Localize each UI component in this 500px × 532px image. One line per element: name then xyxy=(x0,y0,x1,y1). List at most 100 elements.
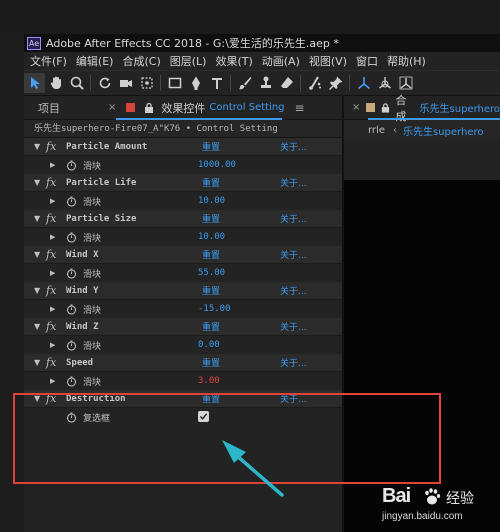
effect-row[interactable]: ▼ fx Wind Z 重置 关于... xyxy=(24,318,342,336)
expand-triangle-icon[interactable]: ▼ xyxy=(34,286,44,295)
panel-menu-icon[interactable]: ≡ xyxy=(295,101,305,115)
puppet-pin-tool-icon[interactable] xyxy=(325,73,346,93)
expand-triangle-icon[interactable]: ▶ xyxy=(50,377,60,385)
close-icon[interactable]: × xyxy=(108,102,116,113)
reset-link[interactable]: 重置 xyxy=(202,248,220,261)
about-link[interactable]: 关于... xyxy=(280,140,307,153)
expand-triangle-icon[interactable]: ▼ xyxy=(34,214,44,223)
stopwatch-icon[interactable] xyxy=(66,340,77,351)
menu-edit[interactable]: 编辑(E) xyxy=(76,53,114,69)
pen-tool-icon[interactable] xyxy=(185,73,206,93)
fx-toggle-icon[interactable]: fx xyxy=(46,212,60,225)
expand-triangle-icon[interactable]: ▼ xyxy=(34,322,44,331)
lock-icon[interactable] xyxy=(380,102,391,114)
fx-toggle-icon[interactable]: fx xyxy=(46,248,60,261)
tab-project[interactable]: 项目 xyxy=(38,100,60,116)
about-link[interactable]: 关于... xyxy=(280,248,307,261)
menu-animation[interactable]: 动画(A) xyxy=(262,53,300,69)
view-axis-mode-icon[interactable] xyxy=(395,73,416,93)
fx-toggle-icon[interactable]: fx xyxy=(46,284,60,297)
close-icon[interactable]: × xyxy=(352,102,360,113)
reset-link[interactable]: 重置 xyxy=(202,140,220,153)
effect-name: Particle Size xyxy=(66,213,137,224)
brush-tool-icon[interactable] xyxy=(234,73,255,93)
pan-behind-tool-icon[interactable] xyxy=(136,73,157,93)
reset-link[interactable]: 重置 xyxy=(202,176,220,189)
fx-toggle-icon[interactable]: fx xyxy=(46,356,60,369)
fx-toggle-icon[interactable]: fx xyxy=(46,320,60,333)
slider-value[interactable]: 55.00 xyxy=(198,268,225,278)
about-link[interactable]: 关于... xyxy=(280,284,307,297)
chevron-left-icon[interactable]: ‹ xyxy=(393,125,397,136)
menu-effect[interactable]: 效果(T) xyxy=(215,53,252,69)
breadcrumb-layer[interactable]: rrle xyxy=(368,125,385,136)
stopwatch-icon[interactable] xyxy=(66,376,77,387)
rectangle-tool-icon[interactable] xyxy=(164,73,185,93)
slider-value[interactable]: 10.00 xyxy=(198,232,225,242)
stopwatch-icon[interactable] xyxy=(66,268,77,279)
expand-triangle-icon[interactable]: ▶ xyxy=(50,341,60,349)
stopwatch-icon[interactable] xyxy=(66,196,77,207)
menu-bar: 文件(F) 编辑(E) 合成(C) 图层(L) 效果(T) 动画(A) 视图(V… xyxy=(24,52,500,70)
effect-row[interactable]: ▼ fx Speed 重置 关于... xyxy=(24,354,342,372)
stopwatch-icon[interactable] xyxy=(66,160,77,171)
reset-link[interactable]: 重置 xyxy=(202,356,220,369)
baidu-paw-icon xyxy=(425,488,441,505)
reset-link[interactable]: 重置 xyxy=(202,212,220,225)
menu-layer[interactable]: 图层(L) xyxy=(170,53,207,69)
expand-triangle-icon[interactable]: ▼ xyxy=(34,178,44,187)
about-link[interactable]: 关于... xyxy=(280,176,307,189)
stopwatch-icon[interactable] xyxy=(66,232,77,243)
breadcrumb-composition[interactable]: 乐先生superhero xyxy=(403,123,483,138)
text-tool-icon[interactable] xyxy=(206,73,227,93)
about-link[interactable]: 关于... xyxy=(280,212,307,225)
roto-brush-tool-icon[interactable] xyxy=(304,73,325,93)
fx-toggle-icon[interactable]: fx xyxy=(46,140,60,153)
effect-row[interactable]: ▼ fx Particle Size 重置 关于... xyxy=(24,210,342,228)
menu-file[interactable]: 文件(F) xyxy=(30,53,67,69)
effect-row[interactable]: ▼ fx Particle Amount 重置 关于... xyxy=(24,138,342,156)
expand-triangle-icon[interactable]: ▶ xyxy=(50,197,60,205)
stopwatch-icon[interactable] xyxy=(66,304,77,315)
slider-value[interactable]: 1000.00 xyxy=(198,160,236,170)
tab-effect-controls-layer[interactable]: Control Setting xyxy=(209,102,284,113)
expand-triangle-icon[interactable]: ▼ xyxy=(34,142,44,151)
rotate-tool-icon[interactable] xyxy=(94,73,115,93)
reset-link[interactable]: 重置 xyxy=(202,284,220,297)
expand-triangle-icon[interactable]: ▶ xyxy=(50,233,60,241)
reset-link[interactable]: 重置 xyxy=(202,320,220,333)
world-axis-mode-icon[interactable] xyxy=(374,73,395,93)
menu-window[interactable]: 窗口 xyxy=(356,53,378,69)
hand-tool-icon[interactable] xyxy=(45,73,66,93)
selection-tool-icon[interactable] xyxy=(24,73,45,93)
about-link[interactable]: 关于... xyxy=(280,320,307,333)
slider-value[interactable]: 3.00 xyxy=(198,376,220,386)
zoom-tool-icon[interactable] xyxy=(66,73,87,93)
slider-value[interactable]: -15.00 xyxy=(198,304,231,314)
slider-value[interactable]: 0.00 xyxy=(198,340,220,350)
effect-row[interactable]: ▼ fx Particle Life 重置 关于... xyxy=(24,174,342,192)
menu-view[interactable]: 视图(V) xyxy=(309,53,347,69)
camera-tool-icon[interactable] xyxy=(115,73,136,93)
menu-composition[interactable]: 合成(C) xyxy=(122,53,160,69)
slider-value[interactable]: 10.00 xyxy=(198,196,225,206)
effect-row[interactable]: ▼ fx Wind X 重置 关于... xyxy=(24,246,342,264)
lock-icon[interactable] xyxy=(143,102,155,114)
about-link[interactable]: 关于... xyxy=(280,356,307,369)
effect-controls-header: 乐先生superhero-Fire07_A"K76 • Control Sett… xyxy=(24,120,342,138)
menu-help[interactable]: 帮助(H) xyxy=(387,53,426,69)
local-axis-mode-icon[interactable] xyxy=(353,73,374,93)
eraser-tool-icon[interactable] xyxy=(276,73,297,93)
toolbar-divider xyxy=(349,75,350,91)
left-panel-tabs: 项目 × 效果控件 Control Setting ≡ xyxy=(24,96,342,120)
clone-stamp-tool-icon[interactable] xyxy=(255,73,276,93)
expand-triangle-icon[interactable]: ▶ xyxy=(50,269,60,277)
tab-effect-controls[interactable]: 效果控件 xyxy=(161,100,205,116)
composition-name[interactable]: 乐先生superhero xyxy=(420,100,500,115)
expand-triangle-icon[interactable]: ▼ xyxy=(34,250,44,259)
expand-triangle-icon[interactable]: ▶ xyxy=(50,161,60,169)
expand-triangle-icon[interactable]: ▶ xyxy=(50,305,60,313)
fx-toggle-icon[interactable]: fx xyxy=(46,176,60,189)
expand-triangle-icon[interactable]: ▼ xyxy=(34,358,44,367)
effect-row[interactable]: ▼ fx Wind Y 重置 关于... xyxy=(24,282,342,300)
